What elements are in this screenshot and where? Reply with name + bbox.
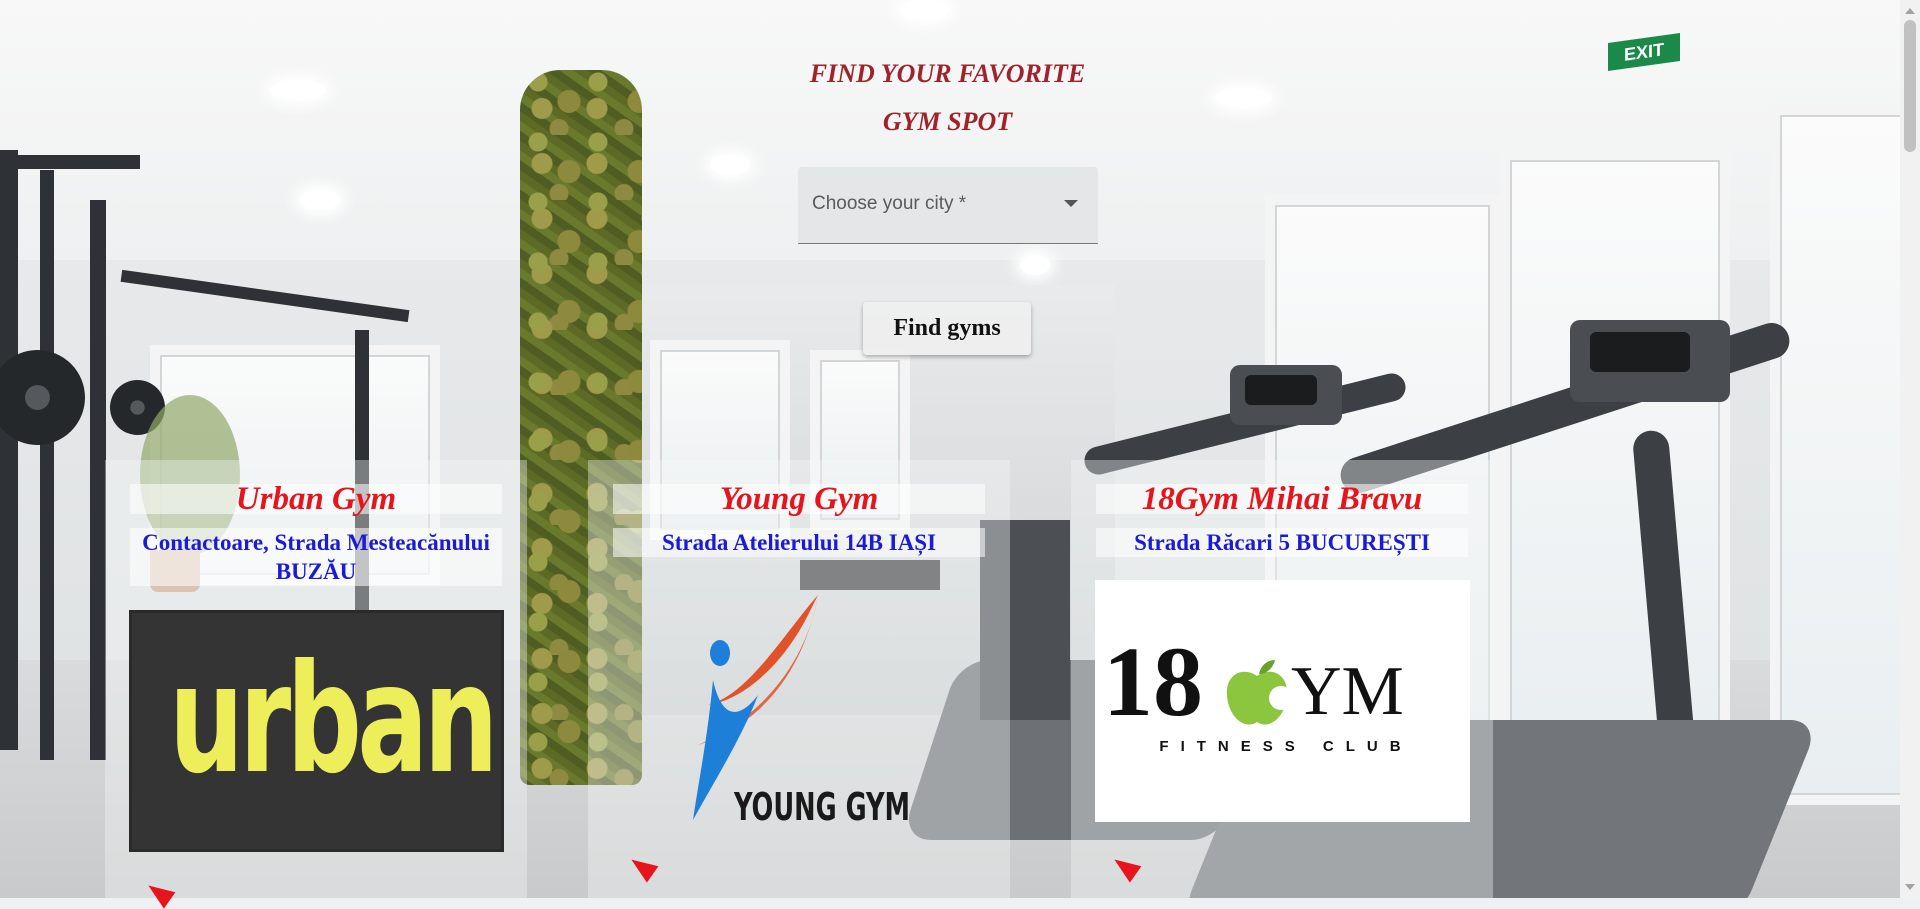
gym-card: Urban Gym Contactoare, Strada Mesteacănu…: [105, 460, 527, 909]
gym-address: Contactoare, Strada Mesteacănului BUZĂU: [130, 528, 502, 586]
gym-name[interactable]: 18Gym Mihai Bravu: [1096, 483, 1468, 516]
title-line-2: GYM SPOT: [882, 107, 1013, 136]
title-line-1: FIND YOUR FAVORITE: [809, 59, 1086, 88]
gym-name[interactable]: Young Gym: [613, 483, 985, 516]
young-gym-logo: YOUNG GYM: [688, 575, 928, 835]
location-arrow-icon[interactable]: [1108, 851, 1142, 883]
scroll-up-arrow-icon[interactable]: [1905, 8, 1915, 14]
gym-card: 18Gym Mihai Bravu Strada Răcari 5 BUCURE…: [1071, 460, 1493, 898]
find-gyms-button[interactable]: Find gyms: [863, 302, 1031, 355]
18gym-logo-number: 18: [1103, 626, 1203, 737]
gym-address: Strada Atelierului 14B IAȘI: [613, 528, 985, 557]
scrollbar[interactable]: [1900, 0, 1920, 898]
location-arrow-icon[interactable]: [625, 851, 659, 883]
city-select[interactable]: Choose your city *: [798, 167, 1098, 244]
scroll-thumb[interactable]: [1904, 20, 1916, 152]
urban-gym-logo: urban: [129, 610, 504, 852]
city-select-placeholder: Choose your city *: [812, 193, 967, 214]
chevron-down-icon: [1064, 200, 1078, 207]
18gym-logo-tagline: FITNESS CLUB: [1159, 738, 1413, 755]
young-gym-logo-text: YOUNG GYM: [734, 785, 911, 829]
18gym-logo: 18 YM FITNESS CLUB: [1095, 580, 1470, 822]
apple-icon: [1226, 660, 1291, 725]
scroll-down-arrow-icon[interactable]: [1905, 884, 1915, 890]
gym-name[interactable]: Urban Gym: [130, 483, 502, 516]
gym-address: Strada Răcari 5 BUCUREȘTI: [1096, 528, 1468, 557]
18gym-logo-word: YM: [1291, 653, 1404, 730]
page-title: FIND YOUR FAVORITE GYM SPOT: [790, 50, 1105, 146]
location-arrow-icon[interactable]: [142, 877, 176, 909]
gym-card: Young Gym Strada Atelierului 14B IAȘI YO…: [588, 460, 1010, 898]
